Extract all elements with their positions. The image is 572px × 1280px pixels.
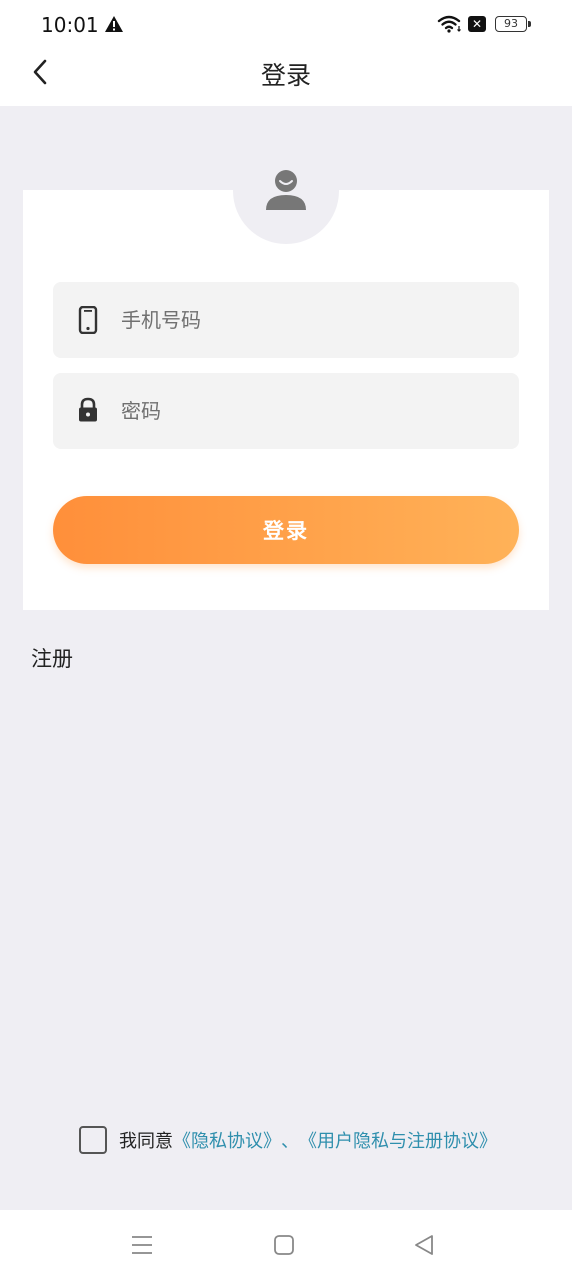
- agreement-separator: 、: [281, 1131, 299, 1152]
- home-square-icon[interactable]: [273, 1234, 295, 1260]
- warning-icon: [104, 15, 124, 37]
- header: 登录: [0, 48, 572, 106]
- agree-checkbox[interactable]: [79, 1126, 107, 1154]
- menu-icon[interactable]: [131, 1234, 153, 1260]
- register-link[interactable]: 注册: [31, 643, 73, 673]
- avatar: [233, 138, 339, 244]
- mobile-phone-icon: [77, 305, 99, 338]
- terms-link[interactable]: 《用户隐私与注册协议》: [299, 1127, 497, 1153]
- privacy-policy-link[interactable]: 《隐私协议》: [173, 1127, 281, 1153]
- system-nav-bar: [0, 1210, 572, 1280]
- lock-icon: [77, 397, 99, 427]
- agreement-prefix: 我同意: [119, 1131, 173, 1152]
- login-button[interactable]: 登录: [53, 496, 519, 564]
- battery-icon: 93: [495, 16, 531, 32]
- password-input[interactable]: [121, 373, 501, 449]
- agreement: 我同意 《隐私协议》 、 《用户隐私与注册协议》: [79, 1125, 497, 1155]
- phone-input[interactable]: [121, 282, 501, 358]
- status-bar: 10:01 ✕ 93: [0, 0, 572, 48]
- status-time: 10:01: [41, 13, 99, 37]
- battery-level: 93: [504, 17, 518, 30]
- wifi-icon: [437, 14, 463, 38]
- page-title: 登录: [260, 61, 311, 90]
- password-field[interactable]: [53, 373, 519, 449]
- back-triangle-icon[interactable]: [413, 1234, 435, 1260]
- phone-field[interactable]: [53, 282, 519, 358]
- close-badge-icon: ✕: [468, 16, 486, 32]
